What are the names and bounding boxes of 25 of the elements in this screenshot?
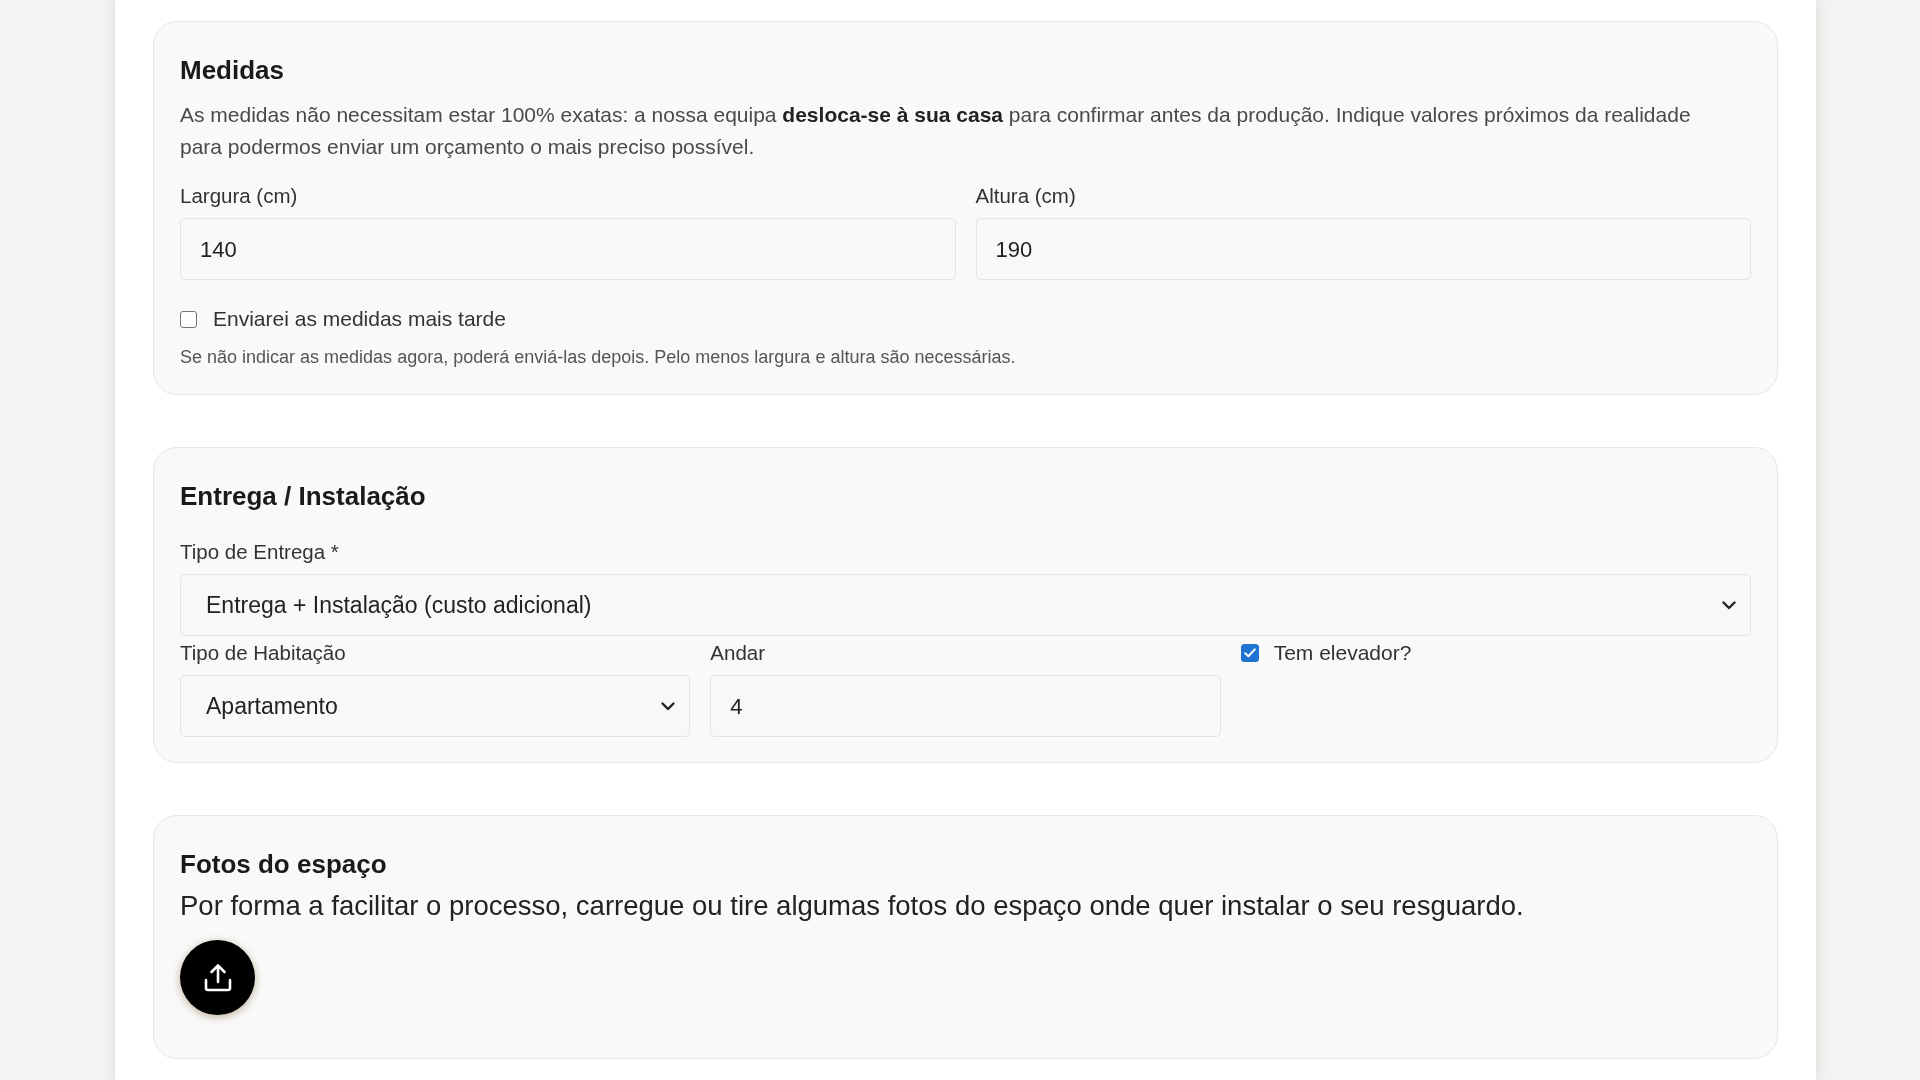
- input-field[interactable]: 140: [180, 218, 956, 280]
- field-label: Tipo de Entrega *: [180, 540, 339, 564]
- field-label: Andar: [710, 641, 766, 665]
- checkbox[interactable]: [1240, 644, 1259, 662]
- chevron-down-icon: [661, 701, 676, 711]
- section-title: Fotos do espaço: [180, 848, 387, 880]
- checkbox-label: Tem elevador?: [1273, 641, 1412, 665]
- section-description: Por forma a facilitar o processo, carregue ou tire algumas fotos do espaço onde quer instalar o seu resguardo.: [180, 889, 1524, 923]
- field-label: Tipo de Habitação: [180, 641, 346, 665]
- hint-text: Se não indicar as medidas agora, poderá enviá-las depois. Pelo menos largura e altura são necessárias.: [180, 346, 1016, 369]
- section-title: Medidas: [180, 54, 285, 86]
- checkbox-label: Enviarei as medidas mais tarde: [213, 307, 506, 331]
- checkbox[interactable]: [180, 310, 197, 328]
- input-field[interactable]: 190: [975, 218, 1751, 280]
- input-field[interactable]: 4: [710, 675, 1221, 737]
- field-label: Altura (cm): [975, 184, 1076, 208]
- section-description: As medidas não necessitam estar 100% exatas: a nossa equipa desloca-se à sua casa para confirmar antes da produção. Indique valores próximos da realidade para podermos enviar um orçamento o mais preciso possível.: [180, 102, 1692, 160]
- select-field[interactable]: Apartamento: [180, 675, 691, 737]
- upload-button[interactable]: [180, 940, 255, 1015]
- chevron-down-icon: [1722, 600, 1736, 610]
- field-label: Largura (cm): [180, 184, 298, 208]
- check-icon: [1243, 648, 1256, 658]
- upload-icon: [202, 963, 233, 992]
- select-field[interactable]: Entrega + Instalação (custo adicional): [180, 574, 1751, 636]
- section-title: Entrega / Instalação: [180, 480, 426, 512]
